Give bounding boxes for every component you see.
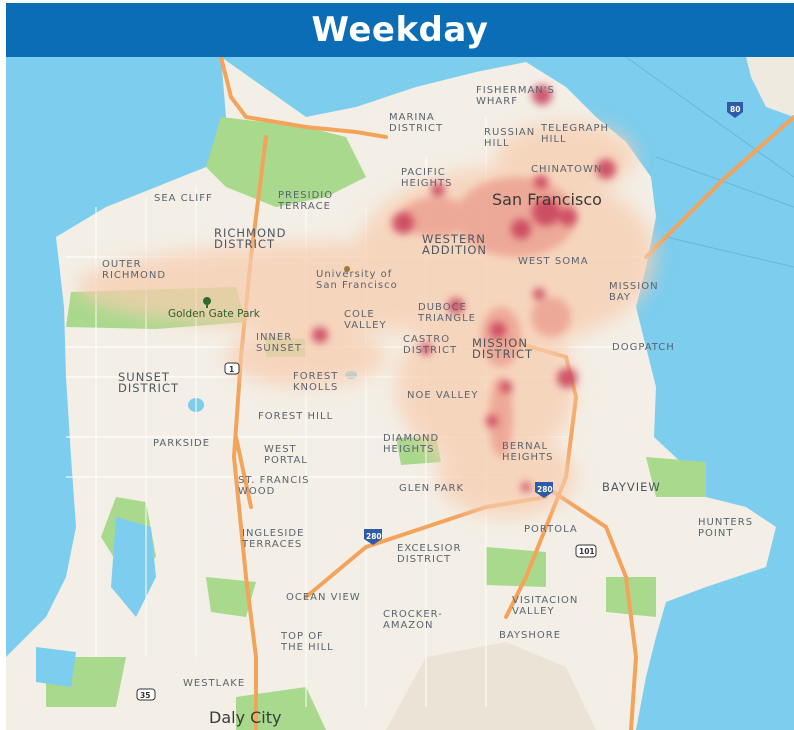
daly-city-label: Daly City [209, 708, 281, 727]
pacific-heights-label: PACIFIC HEIGHTS [401, 167, 453, 189]
hotspot-potrero [557, 368, 577, 388]
hotspot-soma [559, 208, 577, 226]
bayview-label: BAYVIEW [602, 480, 661, 494]
hotspot-union-square [511, 219, 531, 239]
noe-valley-label: NOE VALLEY [407, 390, 478, 401]
hotspot-pacific-heights [392, 212, 414, 234]
west-soma-label: WEST SOMA [518, 256, 589, 267]
bay-island [746, 57, 794, 117]
heatmap-map[interactable]: FISHERMAN'S WHARF MARINA DISTRICT RUSSIAN HIL… [6, 57, 794, 730]
san-francisco-label: San Francisco [492, 190, 602, 209]
map-title-bar: Weekday [6, 3, 794, 57]
svg-text:35: 35 [140, 691, 150, 700]
university-icon [344, 266, 350, 272]
diamond-heights-label: DIAMOND HEIGHTS [383, 433, 439, 455]
castro-label: CASTRO DISTRICT [403, 334, 457, 356]
bernal-heights-label: BERNAL HEIGHTS [502, 441, 554, 463]
ca1-shield: 1 [224, 362, 240, 375]
svg-text:280: 280 [537, 485, 553, 494]
sea-cliff-label: SEA CLIFF [154, 193, 213, 204]
chinatown-label: CHINATOWN [531, 164, 602, 175]
glen-park-label: GLEN PARK [399, 483, 464, 494]
map-title: Weekday [311, 10, 489, 50]
hotspot-bayview [521, 482, 531, 492]
svg-text:280: 280 [366, 532, 382, 541]
us101-shield: 101 [575, 544, 597, 558]
i80-shield: 80 [727, 102, 743, 118]
golden-gate-park-label: Golden Gate Park [168, 308, 261, 320]
presidio-terrace-label: PRESIDIO TERRACE [277, 190, 333, 212]
portola-label: PORTOLA [524, 524, 578, 535]
hotspot-inner-sunset [312, 327, 328, 343]
ca35-shield: 35 [136, 688, 156, 701]
svg-text:1: 1 [229, 365, 234, 374]
parkside-label: PARKSIDE [153, 438, 210, 449]
hotspot-south-mission [500, 381, 512, 393]
map-canvas: FISHERMAN'S WHARFMARINA DISTRICT RUSSIAN HIL… [6, 57, 794, 730]
forest-knolls-label: FOREST KNOLLS [293, 371, 338, 393]
western-addition-label: WESTERN ADDITION [422, 232, 487, 257]
hotspot-mission-bay [533, 288, 545, 300]
hotspot-nob-hill [534, 175, 548, 189]
bayshore-label: BAYSHORE [499, 630, 561, 641]
mission-district-label: MISSION DISTRICT [472, 336, 533, 361]
forest-hill-label: FOREST HILL [258, 411, 333, 422]
svg-text:80: 80 [730, 105, 740, 114]
university-label: University of San Francisco [316, 269, 398, 291]
ocean-view-label: OCEAN VIEW [286, 592, 361, 603]
ingleside-terraces-label: INGLESIDE TERRACES [241, 528, 304, 550]
dogpatch-label: DOGPATCH [612, 342, 675, 353]
svg-text:101: 101 [579, 547, 595, 556]
westlake-label: WESTLAKE [183, 678, 245, 689]
sunset-district-label: SUNSET DISTRICT [118, 370, 179, 395]
hotspot-bernal [486, 415, 498, 427]
